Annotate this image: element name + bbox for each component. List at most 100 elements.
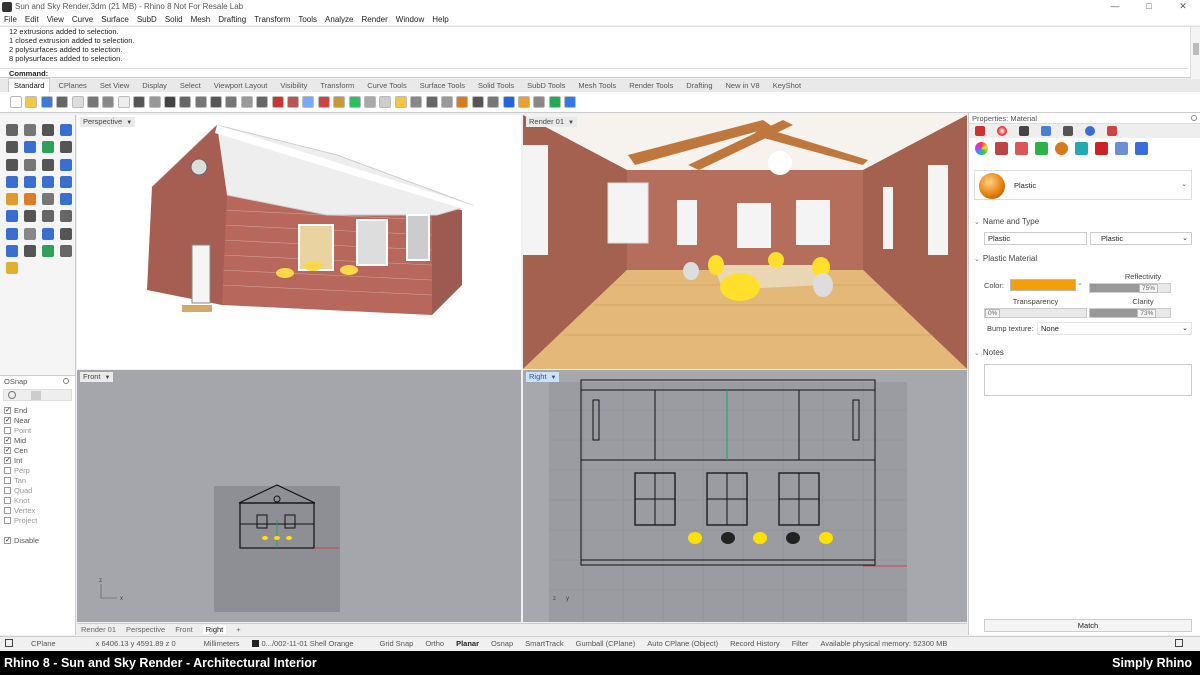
checkbox[interactable]: ✓ [4, 446, 11, 454]
settings-icon[interactable] [63, 378, 69, 384]
cube-texture-icon[interactable] [1015, 141, 1028, 155]
transparency-slider[interactable]: 0% [984, 308, 1087, 318]
menu-surface[interactable]: Surface [101, 15, 129, 24]
toolbar-tool-icon[interactable] [564, 96, 577, 108]
vptab-right[interactable]: Right [202, 625, 227, 634]
toolbar-tool-icon[interactable] [333, 96, 346, 108]
tab-viewport-layout[interactable]: Viewport Layout [214, 79, 268, 92]
command-prompt[interactable]: Command: [0, 68, 1188, 78]
blue-material-icon[interactable] [1115, 141, 1128, 155]
add-viewport-icon[interactable]: + [236, 625, 240, 634]
osnap-near[interactable]: ✓ Near [0, 415, 75, 425]
teal-material-icon[interactable] [1075, 141, 1088, 155]
panel-toggle-icon[interactable] [5, 639, 13, 647]
toolbar-tool-icon[interactable] [271, 96, 284, 108]
toolbar-tool-icon[interactable] [40, 96, 53, 108]
checkbox[interactable] [4, 496, 11, 504]
menu-tools[interactable]: Tools [298, 15, 317, 24]
ortho-toggle[interactable]: Ortho [425, 639, 444, 648]
palette-tool-icon[interactable] [24, 124, 36, 136]
units[interactable]: Millimeters [204, 639, 240, 648]
toolbar-tool-icon[interactable] [379, 96, 392, 108]
viewport-perspective[interactable]: Perspective ▼ [77, 115, 521, 369]
viewport-right[interactable]: Right ▼ z y [523, 370, 967, 622]
checkbox[interactable] [4, 426, 11, 434]
checkbox[interactable] [4, 506, 11, 514]
checkbox[interactable]: ✓ [4, 406, 11, 414]
checkbox[interactable]: ✓ [4, 536, 11, 544]
tab-new-in-v8[interactable]: New in V8 [726, 79, 760, 92]
cylinder-material-icon[interactable] [1135, 141, 1148, 155]
material-selector[interactable]: Plastic ⌄ [974, 170, 1192, 200]
toolbar-tool-icon[interactable] [487, 96, 500, 108]
osnap-project[interactable]: Project [0, 515, 75, 525]
auto-cplane-toggle[interactable]: Auto CPlane (Object) [647, 639, 718, 648]
display-icon[interactable] [1019, 126, 1029, 136]
tab-select[interactable]: Select [180, 79, 201, 92]
tab-display[interactable]: Display [142, 79, 167, 92]
section-notes[interactable]: ⌄ Notes [974, 348, 1004, 357]
viewport-label-perspective[interactable]: Perspective ▼ [80, 117, 136, 127]
toolbar-tool-icon[interactable] [517, 96, 530, 108]
checkbox[interactable]: ✓ [4, 416, 11, 424]
menu-render[interactable]: Render [362, 15, 388, 24]
palette-tool-icon[interactable] [60, 245, 72, 258]
tab-set-view[interactable]: Set View [100, 79, 129, 92]
clarity-slider[interactable]: 73% [1089, 308, 1171, 318]
toolbar-tool-icon[interactable] [410, 96, 423, 108]
toolbar-tool-icon[interactable] [471, 96, 484, 108]
toolbar-tool-icon[interactable] [348, 96, 361, 108]
history-scrollbar[interactable] [1190, 27, 1200, 79]
material-type-select[interactable]: Plastic ⌄ [1090, 232, 1192, 245]
toolbar-tool-icon[interactable] [548, 96, 561, 108]
tab-surface-tools[interactable]: Surface Tools [420, 79, 465, 92]
object-properties-icon[interactable] [975, 126, 985, 136]
planar-toggle[interactable]: Planar [456, 639, 479, 648]
menu-curve[interactable]: Curve [72, 15, 93, 24]
toolbar-tool-icon[interactable] [425, 96, 438, 108]
palette-tool-icon[interactable] [60, 158, 72, 171]
toolbar-tool-icon[interactable] [317, 96, 330, 108]
toolbar-tool-icon[interactable] [71, 96, 84, 108]
menu-view[interactable]: View [47, 15, 64, 24]
osnap-disable[interactable]: ✓ Disable [0, 535, 75, 545]
panel-toggle-icon[interactable] [1175, 639, 1183, 647]
palette-tool-icon[interactable] [6, 124, 18, 136]
menu-analyze[interactable]: Analyze [325, 15, 353, 24]
current-layer[interactable]: 0.../002-11-01 Shell Orange [262, 639, 354, 648]
tab-drafting[interactable]: Drafting [686, 79, 712, 92]
palette-tool-icon[interactable] [60, 141, 72, 154]
close-button[interactable]: ✕ [1166, 0, 1200, 13]
palette-tool-icon[interactable] [6, 141, 18, 154]
checkbox[interactable] [4, 476, 11, 484]
menu-transform[interactable]: Transform [254, 15, 290, 24]
osnap-point[interactable]: Point [0, 425, 75, 435]
vptab-render-01[interactable]: Render 01 [81, 625, 116, 634]
gumball-toggle[interactable]: Gumball (CPlane) [576, 639, 636, 648]
toolbar-tool-icon[interactable] [394, 96, 407, 108]
palette-tool-icon[interactable] [24, 193, 36, 206]
maximize-button[interactable]: □ [1132, 0, 1166, 13]
palette-tool-icon[interactable] [24, 141, 36, 154]
checkbox[interactable]: ✓ [4, 436, 11, 444]
palette-tool-icon[interactable] [24, 227, 36, 240]
palette-tool-icon[interactable] [42, 175, 54, 188]
color-wheel-icon[interactable] [975, 141, 988, 155]
palette-tool-icon[interactable] [60, 124, 72, 136]
osnap-cen[interactable]: ✓ Cen [0, 445, 75, 455]
toolbar-tool-icon[interactable] [10, 96, 22, 108]
tab-mesh-tools[interactable]: Mesh Tools [578, 79, 616, 92]
ground-plane-icon[interactable] [1107, 126, 1117, 136]
viewport-label-front[interactable]: Front ▼ [80, 372, 114, 382]
viewport-label-render[interactable]: Render 01 ▼ [526, 117, 577, 127]
toolbar-tool-icon[interactable] [302, 96, 315, 108]
menu-help[interactable]: Help [432, 15, 448, 24]
tab-render-tools[interactable]: Render Tools [629, 79, 673, 92]
menu-subd[interactable]: SubD [137, 15, 157, 24]
cplane-label[interactable]: CPlane [31, 639, 56, 648]
palette-tool-icon[interactable] [42, 158, 54, 171]
paint-brush-icon[interactable] [995, 141, 1008, 155]
osnap-tan[interactable]: Tan [0, 475, 75, 485]
viewport-front[interactable]: Front ▼ z x [77, 370, 521, 622]
palette-tool-icon[interactable] [24, 175, 36, 188]
